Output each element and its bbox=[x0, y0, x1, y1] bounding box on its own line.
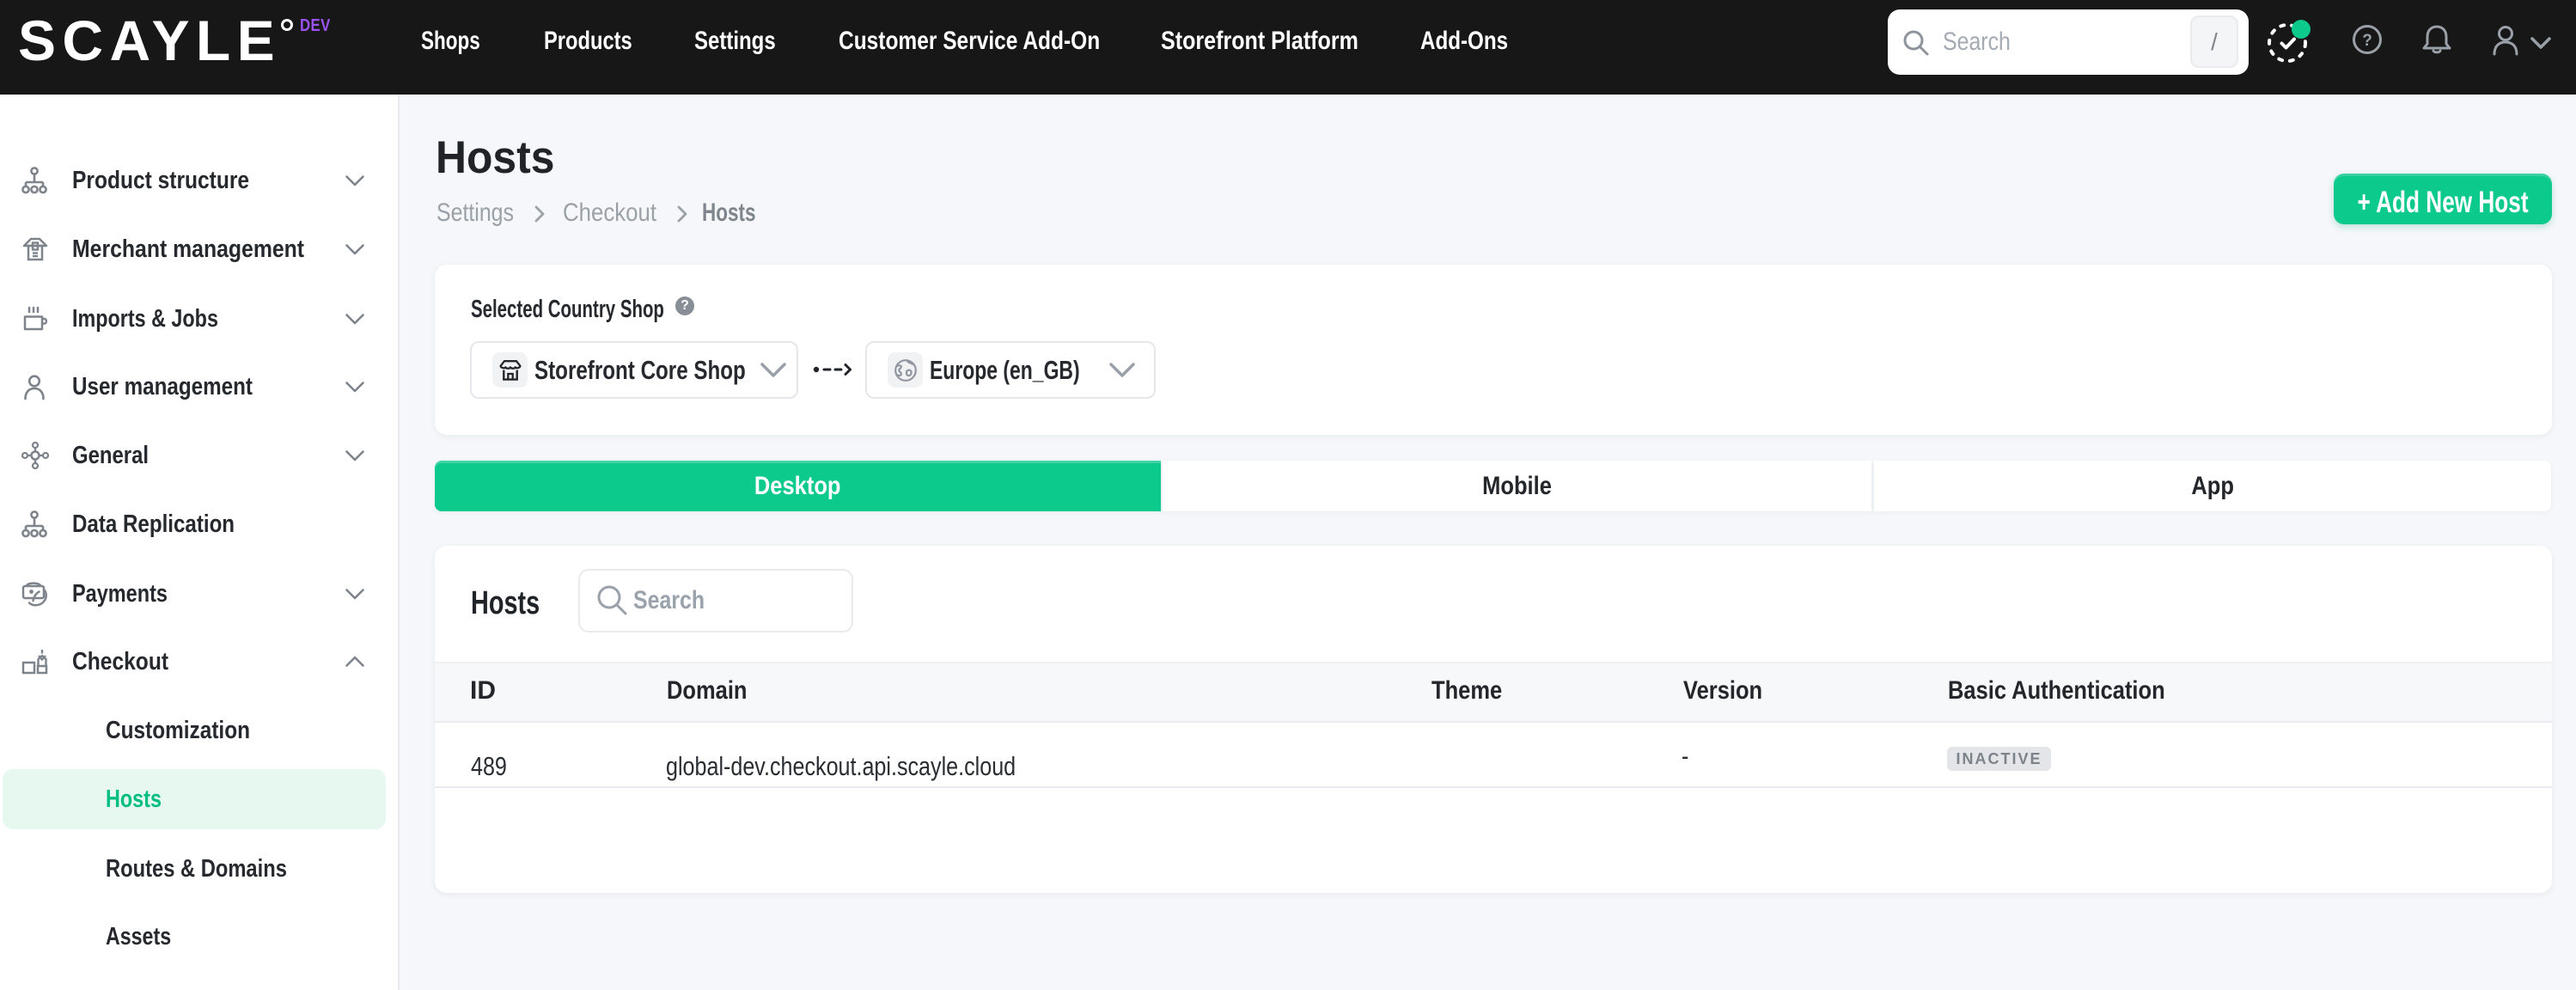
svg-text:?: ? bbox=[2362, 32, 2372, 50]
